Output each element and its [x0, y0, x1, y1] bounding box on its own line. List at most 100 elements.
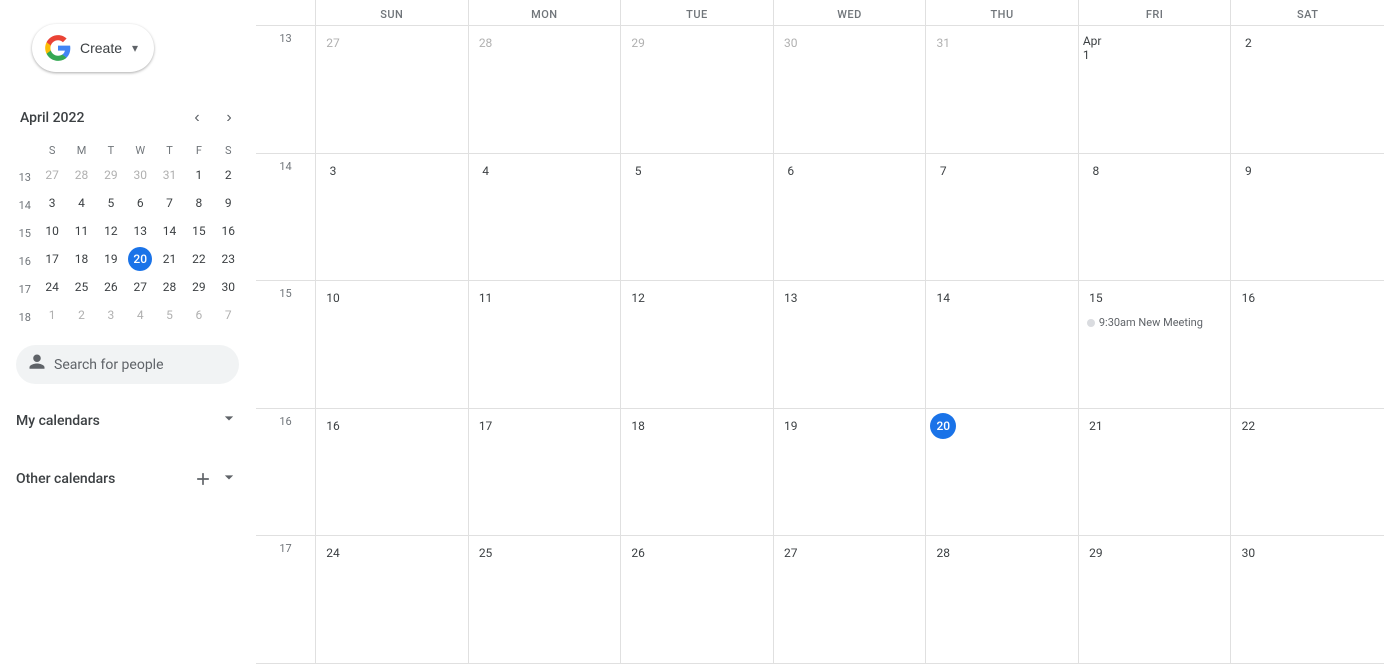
calendar-day-number[interactable]: 19 — [778, 413, 804, 439]
mini-cal-day-number[interactable]: 26 — [99, 275, 123, 299]
calendar-day-cell[interactable]: Apr 1 — [1079, 26, 1232, 153]
calendar-day-number[interactable]: 7 — [930, 158, 956, 184]
calendar-day-number[interactable]: 30 — [1235, 540, 1261, 566]
calendar-day-number[interactable]: 28 — [930, 540, 956, 566]
calendar-day-cell[interactable]: 10 — [316, 281, 469, 408]
calendar-day-cell[interactable]: 7 — [926, 154, 1079, 281]
mini-cal-day-number[interactable]: 3 — [40, 191, 64, 215]
mini-cal-week-num[interactable]: 15 — [19, 227, 31, 240]
mini-cal-day-number[interactable]: 7 — [158, 191, 182, 215]
calendar-day-cell[interactable]: 29 — [621, 26, 774, 153]
other-calendars-header[interactable]: Other calendars — [16, 457, 239, 501]
mini-cal-day-number[interactable]: 1 — [187, 163, 211, 187]
calendar-day-cell[interactable]: 21 — [1079, 409, 1232, 536]
mini-cal-day-number[interactable]: 27 — [128, 275, 152, 299]
mini-cal-day-number[interactable]: 11 — [70, 219, 94, 243]
mini-cal-day-number[interactable]: 24 — [40, 275, 64, 299]
mini-cal-day-number[interactable]: 25 — [70, 275, 94, 299]
calendar-day-cell[interactable]: 25 — [469, 536, 622, 663]
calendar-day-cell[interactable]: 18 — [621, 409, 774, 536]
calendar-day-cell[interactable]: 28 — [926, 536, 1079, 663]
calendar-day-number[interactable]: 20 — [930, 413, 956, 439]
calendar-day-number[interactable]: 2 — [1235, 30, 1261, 56]
calendar-day-cell[interactable]: 9 — [1231, 154, 1384, 281]
calendar-day-cell[interactable]: 6 — [774, 154, 927, 281]
calendar-day-number[interactable]: 9 — [1235, 158, 1261, 184]
mini-cal-day-number[interactable]: 2 — [216, 163, 240, 187]
mini-cal-day-number[interactable]: 29 — [187, 275, 211, 299]
calendar-day-cell[interactable]: 27 — [316, 26, 469, 153]
mini-cal-day-number[interactable]: 3 — [99, 303, 123, 327]
calendar-day-cell[interactable]: 19 — [774, 409, 927, 536]
mini-cal-day-number[interactable]: 4 — [128, 303, 152, 327]
search-people-bar[interactable]: Search for people — [16, 345, 239, 384]
mini-cal-day-number[interactable]: 6 — [187, 303, 211, 327]
calendar-day-cell[interactable]: 16 — [316, 409, 469, 536]
calendar-day-number[interactable]: 25 — [473, 540, 499, 566]
calendar-day-number[interactable]: 24 — [320, 540, 346, 566]
calendar-day-cell[interactable]: 24 — [316, 536, 469, 663]
calendar-day-cell[interactable]: 29 — [1079, 536, 1232, 663]
mini-cal-day-number[interactable]: 13 — [128, 219, 152, 243]
calendar-day-number[interactable]: 29 — [1083, 540, 1109, 566]
mini-cal-day-number[interactable]: 4 — [70, 191, 94, 215]
calendar-day-number[interactable]: 29 — [625, 30, 651, 56]
mini-cal-day-number[interactable]: 9 — [216, 191, 240, 215]
calendar-day-cell[interactable]: 159:30am New Meeting — [1079, 281, 1232, 408]
prev-month-button[interactable]: ‹ — [183, 104, 211, 132]
calendar-day-cell[interactable]: 28 — [469, 26, 622, 153]
mini-cal-day-number[interactable]: 19 — [99, 247, 123, 271]
calendar-day-number[interactable]: 21 — [1083, 413, 1109, 439]
calendar-day-cell[interactable]: 2 — [1231, 26, 1384, 153]
mini-cal-day-number[interactable]: 28 — [70, 163, 94, 187]
mini-cal-day-number[interactable]: 7 — [216, 303, 240, 327]
calendar-day-number[interactable]: 8 — [1083, 158, 1109, 184]
calendar-day-cell[interactable]: 14 — [926, 281, 1079, 408]
mini-cal-week-num[interactable]: 14 — [19, 199, 31, 212]
calendar-day-cell[interactable]: 31 — [926, 26, 1079, 153]
calendar-day-number[interactable]: 12 — [625, 285, 651, 311]
mini-cal-day-number[interactable]: 28 — [158, 275, 182, 299]
calendar-day-number[interactable]: 14 — [930, 285, 956, 311]
calendar-day-number[interactable]: 11 — [473, 285, 499, 311]
calendar-day-number[interactable]: 30 — [778, 30, 804, 56]
mini-cal-day-number[interactable]: 20 — [128, 247, 152, 271]
mini-cal-day-number[interactable]: 8 — [187, 191, 211, 215]
mini-cal-day-number[interactable]: 21 — [158, 247, 182, 271]
calendar-day-cell[interactable]: 8 — [1079, 154, 1232, 281]
calendar-day-number[interactable]: 26 — [625, 540, 651, 566]
my-calendars-header[interactable]: My calendars — [16, 400, 239, 441]
mini-cal-day-number[interactable]: 23 — [216, 247, 240, 271]
mini-cal-week-num[interactable]: 16 — [19, 255, 31, 268]
calendar-day-number[interactable]: 10 — [320, 285, 346, 311]
mini-cal-day-number[interactable]: 31 — [158, 163, 182, 187]
event-chip[interactable]: 9:30am New Meeting — [1083, 315, 1227, 330]
calendar-day-number[interactable]: 4 — [473, 158, 499, 184]
mini-cal-day-number[interactable]: 14 — [158, 219, 182, 243]
calendar-day-number[interactable]: 27 — [320, 30, 346, 56]
calendar-day-number[interactable]: 22 — [1235, 413, 1261, 439]
mini-cal-day-number[interactable]: 2 — [70, 303, 94, 327]
mini-cal-day-number[interactable]: 5 — [99, 191, 123, 215]
mini-cal-week-num[interactable]: 17 — [19, 283, 31, 296]
calendar-day-cell[interactable]: 12 — [621, 281, 774, 408]
calendar-day-number[interactable]: 16 — [320, 413, 346, 439]
create-button[interactable]: Create ▾ — [32, 24, 154, 72]
calendar-day-cell[interactable]: 3 — [316, 154, 469, 281]
calendar-day-number[interactable]: 16 — [1235, 285, 1261, 311]
mini-cal-day-number[interactable]: 30 — [216, 275, 240, 299]
mini-cal-day-number[interactable]: 27 — [40, 163, 64, 187]
calendar-day-number[interactable]: 5 — [625, 158, 651, 184]
add-other-calendar-icon[interactable] — [189, 465, 217, 493]
calendar-day-number[interactable]: 27 — [778, 540, 804, 566]
mini-cal-day-number[interactable]: 12 — [99, 219, 123, 243]
calendar-day-cell[interactable]: 30 — [1231, 536, 1384, 663]
next-month-button[interactable]: › — [215, 104, 243, 132]
calendar-day-number[interactable]: 6 — [778, 158, 804, 184]
mini-cal-day-number[interactable]: 15 — [187, 219, 211, 243]
calendar-day-number[interactable]: 13 — [778, 285, 804, 311]
calendar-day-number[interactable]: 31 — [930, 30, 956, 56]
calendar-day-cell[interactable]: 27 — [774, 536, 927, 663]
mini-cal-week-num[interactable]: 18 — [19, 311, 31, 324]
calendar-day-cell[interactable]: 20 — [926, 409, 1079, 536]
